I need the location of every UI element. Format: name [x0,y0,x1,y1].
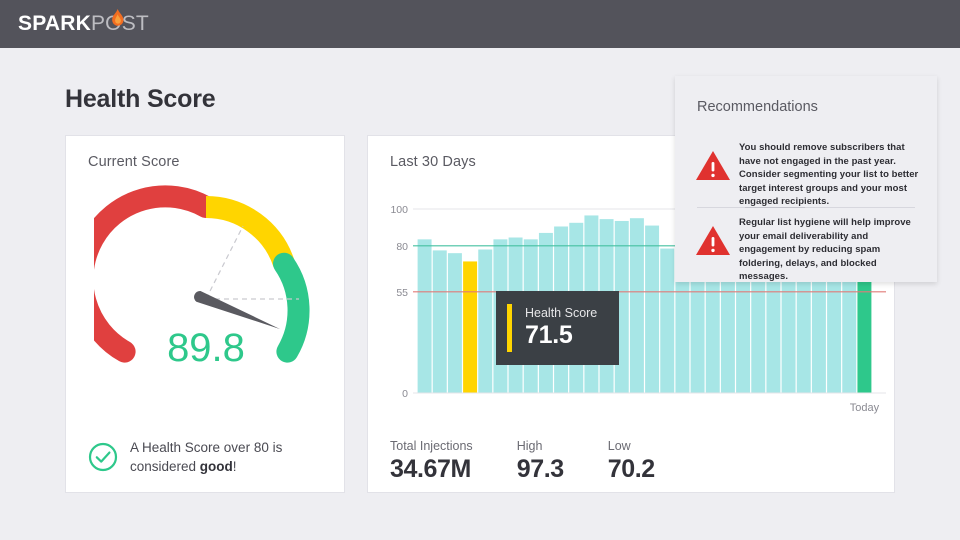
chart-summary-stats: Total Injections 34.67M High 97.3 Low 70… [390,439,699,484]
footnote-text-after: ! [232,459,237,474]
chart-bar[interactable] [629,218,644,393]
flame-icon [112,9,124,26]
recommendation-item[interactable]: Regular list hygiene will help improve y… [695,216,923,284]
chart-bar[interactable] [432,250,447,393]
warning-triangle-icon [696,226,730,255]
footnote-text-bold: good [199,459,233,474]
recommendations-panel: Recommendations You should remove subscr… [675,76,937,282]
stat-label: High [516,439,543,453]
chart-bar[interactable] [478,249,493,393]
chart-bar[interactable] [417,239,432,393]
health-score-dashboard: SPARKPOST Health Score Current Score [0,0,960,540]
y-axis-tick-label: 0 [402,388,408,400]
footnote-text: A Health Score over 80 is considered goo… [130,438,328,476]
current-score-title: Current Score [88,154,180,170]
tooltip-value: 71.5 [525,321,573,349]
logo-text-spark: SPARK [18,12,91,35]
recommendation-text: Regular list hygiene will help improve y… [739,217,911,282]
stat-value: 70.2 [607,455,655,483]
y-axis-tick-label: 55 [396,287,408,299]
y-axis-tick-label: 80 [396,241,408,253]
check-circle-icon [88,442,118,472]
tooltip-label: Health Score [525,306,598,320]
chart-bar[interactable] [447,253,462,393]
recommendation-item[interactable]: You should remove subscribers that have … [695,141,923,209]
recommendations-title: Recommendations [697,99,818,115]
gauge-guide-upper [205,225,244,300]
chart-bar[interactable] [645,225,660,393]
gauge-value: 89.8 [167,326,245,370]
app-header: SPARKPOST [0,0,960,48]
chart-tooltip: Health Score 71.5 [496,291,619,365]
tooltip-accent-bar [507,304,512,352]
stat-low: Low 70.2 [608,439,655,484]
stat-high: High 97.3 [517,439,564,484]
y-axis-tick-label: 100 [390,204,408,216]
health-score-footnote: A Health Score over 80 is considered goo… [88,438,328,476]
stat-label: Low [607,439,631,453]
recommendation-text: You should remove subscribers that have … [739,142,919,207]
health-score-gauge: 89.8 [71,181,318,396]
chart-bar[interactable] [463,261,478,393]
stat-value: 34.67M [390,455,471,483]
stat-total-injections: Total Injections 34.67M [390,439,473,484]
gauge-band-fair [205,196,295,268]
stat-label: Total Injections [390,439,473,453]
stat-value: 97.3 [516,455,564,483]
page-title: Health Score [65,85,216,113]
warning-triangle-icon [696,151,730,180]
tooltip-body: Health Score 71.5 [525,306,597,350]
current-score-card: Current Score 89.8 A Health Score over 8… [65,135,345,493]
chart-bar[interactable] [660,248,675,393]
today-axis-label: Today [850,402,880,414]
sparkpost-logo[interactable]: SPARKPOST [18,9,149,35]
